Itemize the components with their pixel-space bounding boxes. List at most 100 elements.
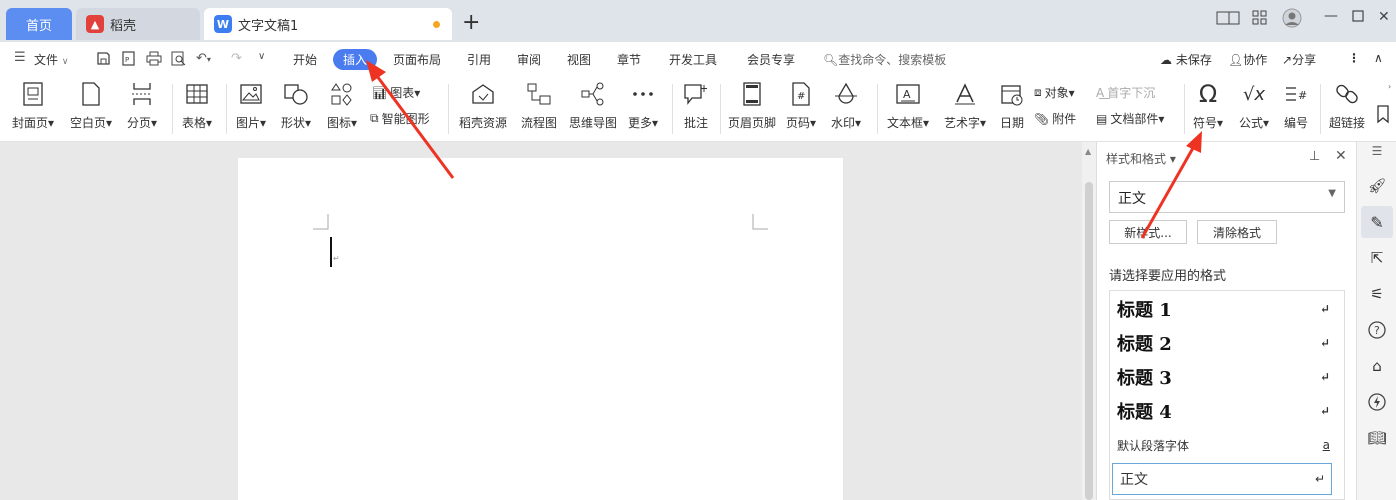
apps-grid-icon[interactable] (1252, 10, 1268, 30)
save-icon[interactable] (96, 51, 111, 70)
menu-tab-developer[interactable]: 开发工具 (669, 51, 717, 68)
formula-label: 公式 (1239, 116, 1264, 130)
close-window-icon[interactable]: ✕ (1378, 9, 1390, 25)
close-panel-icon[interactable]: ✕ (1335, 148, 1347, 164)
cover-page-button[interactable]: 封面页▾ (12, 80, 54, 131)
help-icon[interactable]: ? (1361, 314, 1393, 346)
chart-button[interactable]: 📊︎ 图表 ▾ (372, 84, 420, 101)
vertical-scrollbar[interactable]: ▲ (1082, 142, 1096, 500)
ribbon-more-icon[interactable] (1376, 104, 1390, 124)
share-button[interactable]: ↗分享 (1282, 51, 1316, 68)
object-button[interactable]: ⧈ 对象 ▾ (1034, 84, 1075, 101)
menu-tab-review[interactable]: 审阅 (517, 51, 541, 68)
file-menu[interactable]: 文件 ∨ (34, 51, 68, 68)
textbox-button[interactable]: A 文本框▾ (887, 80, 929, 131)
window-layout-icon[interactable] (1216, 10, 1240, 30)
minimize-icon[interactable]: — (1324, 8, 1338, 24)
rocket-icon[interactable]: 🚀︎ (1361, 170, 1393, 202)
toolbar-menu-icon[interactable]: ☰ (1361, 144, 1393, 158)
ribbon-scroll-icon[interactable]: › (1388, 82, 1391, 91)
header-footer-button[interactable]: 页眉页脚 (728, 80, 776, 131)
shape-label: 形状 (281, 116, 306, 130)
tab-daoke[interactable]: ▲ 稻壳 (76, 8, 200, 40)
unsaved-status[interactable]: ☁ 未保存 (1160, 51, 1212, 68)
select-cursor-icon[interactable]: ⇱ (1361, 242, 1393, 274)
hamburger-menu-icon[interactable]: ☰ (14, 50, 26, 65)
mindmap-button[interactable]: 思维导图 (569, 80, 617, 131)
template-icon[interactable]: ⌂ (1361, 350, 1393, 382)
menu-tab-start[interactable]: 开始 (293, 51, 317, 68)
shape-button[interactable]: 形状▾ (281, 80, 311, 131)
comment-button[interactable]: 批注 (683, 80, 709, 131)
tab-home-label: 首页 (25, 18, 52, 34)
date-button[interactable]: 日期 (1000, 80, 1024, 131)
numbering-label: 编号 (1284, 116, 1309, 130)
collaborate-button[interactable]: 👤︎协作 (1228, 51, 1267, 68)
undo-icon[interactable]: ↶▾ (196, 51, 211, 66)
watermark-button[interactable]: 水印▾ (831, 80, 861, 131)
menu-tab-view[interactable]: 视图 (567, 51, 591, 68)
attachment-button[interactable]: 📎︎ 附件 (1034, 110, 1076, 127)
print-icon[interactable] (146, 51, 162, 70)
document-page[interactable] (238, 158, 843, 500)
more-options-icon[interactable]: ⋮ (1348, 51, 1360, 65)
pin-icon[interactable]: ⊥ (1309, 149, 1320, 164)
menu-tab-references[interactable]: 引用 (467, 51, 491, 68)
style-heading-4[interactable]: 标题 4 ↵ (1110, 395, 1344, 427)
doc-part-button[interactable]: ▤ 文档部件 ▾ (1096, 110, 1164, 127)
menu-tab-insert[interactable]: 插入 (333, 49, 378, 70)
styles-panel-title[interactable]: 样式和格式 ▾ (1106, 150, 1176, 167)
command-search[interactable]: 🔍︎查找命令、搜索模板 (823, 51, 946, 68)
mindmap-label: 思维导图 (569, 116, 618, 130)
text-cursor (330, 237, 332, 267)
flowchart-button[interactable]: 流程图 (521, 80, 557, 131)
drop-cap-button[interactable]: A͟ 首字下沉 (1096, 84, 1155, 101)
print-preview-icon[interactable] (171, 51, 186, 70)
share-label: 分享 (1292, 53, 1317, 67)
daoke-resources-button[interactable]: 稻壳资源 (459, 80, 507, 131)
scroll-up-icon[interactable]: ▲ (1085, 147, 1091, 156)
tab-document[interactable]: W 文字文稿1 (204, 8, 452, 40)
collapse-ribbon-icon[interactable]: ∧ (1374, 51, 1383, 65)
smartart-button[interactable]: ⧉ 智能图形 (370, 110, 430, 127)
lightning-icon[interactable] (1361, 386, 1393, 418)
menu-tab-page-layout[interactable]: 页面布局 (393, 51, 441, 68)
style-heading-2[interactable]: 标题 2 ↵ (1110, 327, 1344, 359)
formula-button[interactable]: √x 公式▾ (1239, 80, 1269, 131)
ribbon-separator (172, 84, 173, 134)
clear-format-button[interactable]: 清除格式 (1197, 220, 1277, 244)
paragraph-mark-icon: ↵ (333, 254, 340, 263)
scrollbar-thumb[interactable] (1085, 182, 1093, 500)
new-style-button[interactable]: 新样式... (1109, 220, 1187, 244)
new-tab-button[interactable]: + (462, 12, 480, 34)
page-break-button[interactable]: 分页▾ (127, 80, 157, 131)
user-avatar[interactable] (1282, 8, 1302, 32)
daoke-resources-label: 稻壳资源 (459, 116, 508, 130)
book-search-icon[interactable]: 📖︎ (1361, 422, 1393, 454)
blank-page-button[interactable]: 空白页▾ (70, 80, 112, 131)
style-pen-icon[interactable]: ✎ (1361, 206, 1393, 238)
style-heading-3[interactable]: 标题 3 ↵ (1110, 361, 1344, 393)
current-style-select[interactable]: 正文 ▼ (1109, 181, 1345, 213)
export-pdf-icon[interactable]: P (121, 51, 136, 70)
wordart-button[interactable]: 艺术字▾ (944, 80, 986, 131)
symbol-button[interactable]: Ω 符号▾ (1193, 80, 1223, 131)
table-button[interactable]: 表格▾ (182, 80, 212, 131)
menu-tab-member[interactable]: 会员专享 (747, 51, 795, 68)
menu-tab-chapter[interactable]: 章节 (617, 51, 641, 68)
style-body-text[interactable]: 正文 ↵ (1112, 463, 1332, 495)
wordart-label: 艺术字 (944, 116, 981, 130)
page-number-button[interactable]: # 页码▾ (786, 80, 816, 131)
style-heading-1[interactable]: 标题 1 ↵ (1110, 293, 1344, 325)
style-default-paragraph-font[interactable]: 默认段落字体 a (1110, 429, 1344, 461)
more-button[interactable]: 更多▾ (628, 80, 658, 131)
tab-home[interactable]: 首页 (6, 8, 72, 40)
quick-access-more-icon[interactable]: ∨ (258, 51, 265, 62)
numbering-button[interactable]: # 编号 (1284, 80, 1308, 131)
hyperlink-button[interactable]: 超链接 (1329, 80, 1365, 131)
icon-library-button[interactable]: 图标▾ (327, 80, 357, 131)
picture-button[interactable]: 图片▾ (236, 80, 266, 131)
adjust-sliders-icon[interactable]: ⚟ (1361, 278, 1393, 310)
maximize-icon[interactable] (1352, 10, 1364, 26)
redo-icon[interactable]: ↷ (231, 51, 242, 66)
